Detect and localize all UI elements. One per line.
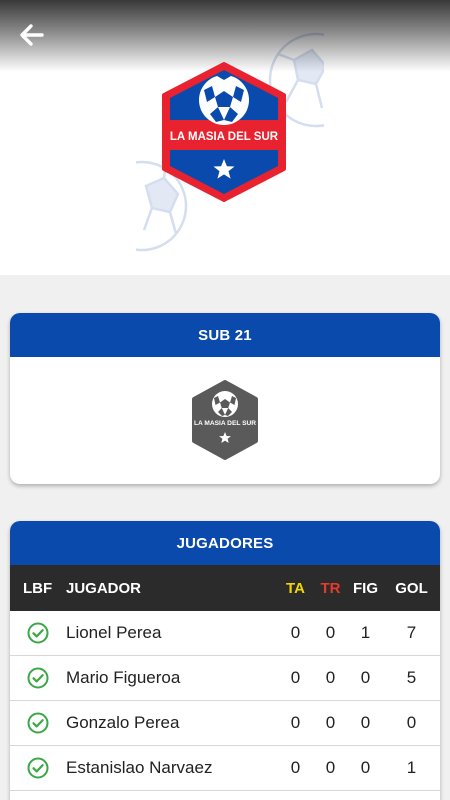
- player-fig: 0: [360, 668, 371, 687]
- player-tr: 0: [325, 668, 336, 687]
- player-tr: 0: [325, 713, 336, 732]
- club-header: LA MASIA DEL SUR: [0, 0, 450, 275]
- player-tr: 0: [325, 758, 336, 777]
- club-name-small-text: LA MASIA DEL SUR: [194, 420, 256, 427]
- check-circle-icon: [27, 667, 49, 689]
- col-tr: TR: [320, 579, 341, 597]
- player-ta: 0: [290, 668, 301, 687]
- players-table-header: LBF JUGADOR TA TR FIG GOL: [10, 565, 440, 611]
- player-name: Estanislao Narvaez: [66, 758, 213, 777]
- check-circle-icon: [27, 757, 49, 779]
- player-fig: 1: [360, 623, 371, 642]
- player-fig: 0: [360, 758, 371, 777]
- player-gol: 7: [406, 623, 417, 642]
- player-tr: 0: [325, 623, 336, 642]
- back-button[interactable]: [14, 18, 48, 52]
- team-card[interactable]: SUB 21 LA MASIA DEL SUR: [10, 313, 440, 484]
- col-ta: TA: [286, 579, 305, 597]
- col-player: JUGADOR: [66, 579, 142, 597]
- club-name-text: LA MASIA DEL SUR: [170, 131, 279, 143]
- col-lbf: LBF: [23, 579, 53, 597]
- arrow-left-icon: [20, 24, 44, 46]
- col-gol: GOL: [395, 579, 428, 597]
- player-gol: 0: [406, 713, 417, 732]
- players-card: JUGADORES LBF JUGADOR TA TR FIG GOL Lion…: [10, 521, 440, 800]
- col-fig: FIG: [353, 579, 378, 597]
- player-ta: 0: [290, 623, 301, 642]
- check-circle-icon: [27, 622, 49, 644]
- team-card-title: SUB 21: [10, 313, 440, 357]
- check-circle-icon: [27, 712, 49, 734]
- players-card-title: JUGADORES: [10, 521, 440, 565]
- player-gol: 1: [406, 758, 417, 777]
- player-name: Mario Figueroa: [66, 668, 181, 687]
- player-name: Gonzalo Perea: [66, 713, 180, 732]
- club-logo: LA MASIA DEL SUR: [162, 62, 286, 202]
- player-gol: 5: [406, 668, 417, 687]
- player-ta: 0: [290, 758, 301, 777]
- team-logo: LA MASIA DEL SUR: [192, 380, 258, 460]
- player-fig: 0: [360, 713, 371, 732]
- player-name: Lionel Perea: [66, 623, 162, 642]
- table-row[interactable]: Gonzalo Perea 0 0 0 0: [10, 701, 440, 746]
- table-row[interactable]: Estanislao Narvaez 0 0 0 1: [10, 746, 440, 791]
- table-row[interactable]: Lionel Perea 0 0 1 7: [10, 611, 440, 656]
- player-ta: 0: [290, 713, 301, 732]
- table-row[interactable]: Mario Figueroa 0 0 0 5: [10, 656, 440, 701]
